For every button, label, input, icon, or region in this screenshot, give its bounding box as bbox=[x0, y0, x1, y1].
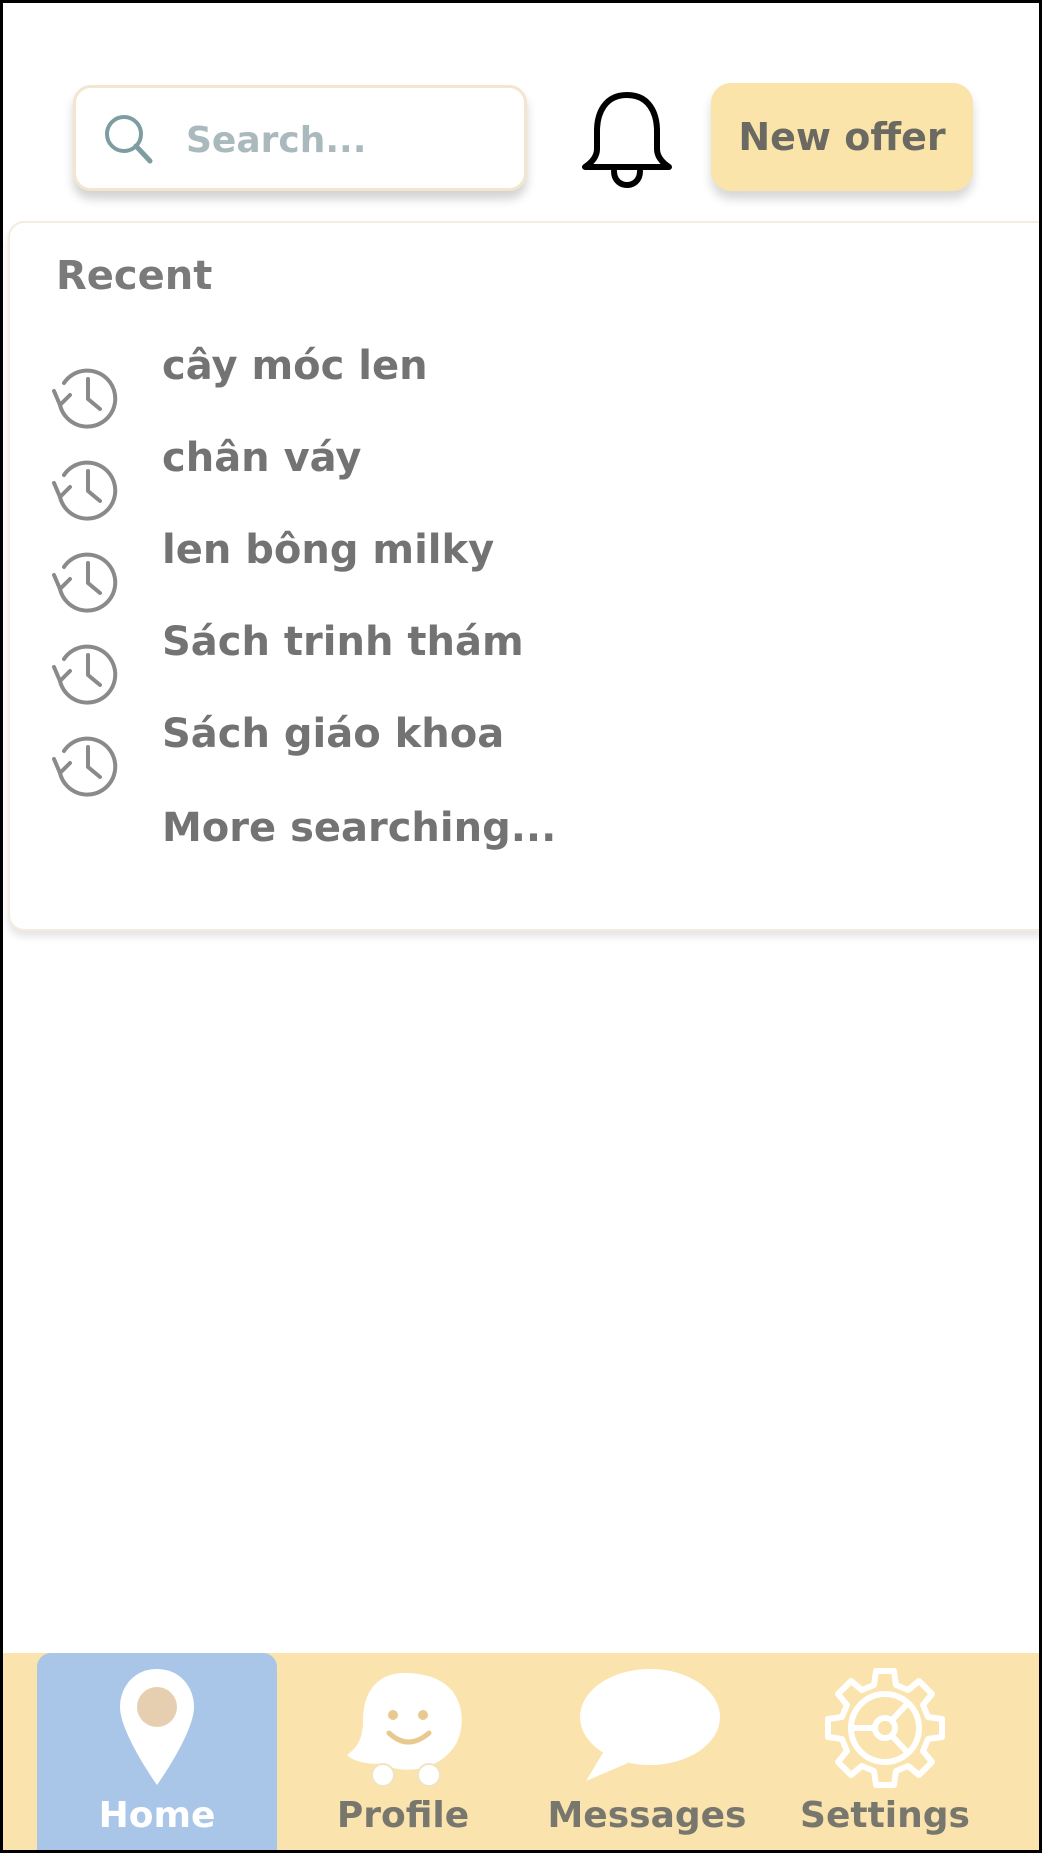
nav-label-profile: Profile bbox=[336, 1795, 470, 1836]
recent-item[interactable]: chân váy bbox=[50, 435, 750, 521]
new-offer-button[interactable]: New offer bbox=[711, 83, 973, 191]
speech-bubble-icon bbox=[580, 1669, 720, 1781]
search-input[interactable] bbox=[184, 108, 508, 172]
app-screen: New offer Recent cây móc len chân váy bbox=[0, 0, 1042, 1853]
recent-item[interactable]: Sách trinh thám bbox=[50, 619, 750, 705]
history-icon bbox=[52, 736, 118, 797]
recent-item-label: Sách giáo khoa bbox=[162, 711, 505, 757]
recent-item-label: chân váy bbox=[162, 435, 362, 481]
search-icon bbox=[105, 115, 153, 164]
recent-title: Recent bbox=[56, 253, 213, 299]
smiley-ghost-icon bbox=[347, 1673, 462, 1787]
history-icon bbox=[52, 460, 118, 521]
nav-item-home[interactable]: Home bbox=[37, 1653, 277, 1850]
recent-item-label: Sách trinh thám bbox=[162, 619, 524, 665]
recent-item[interactable]: Sách giáo khoa bbox=[50, 711, 750, 797]
recent-item[interactable]: len bông milky bbox=[50, 527, 750, 613]
map-pin-icon bbox=[120, 1669, 194, 1785]
search-box[interactable] bbox=[73, 85, 527, 191]
nav-item-messages[interactable]: Messages bbox=[527, 1653, 767, 1850]
history-icon bbox=[52, 644, 118, 705]
history-icon bbox=[52, 368, 118, 429]
recent-search-dropdown: Recent cây móc len chân váy len bông mil… bbox=[8, 221, 1039, 931]
gear-icon bbox=[825, 1668, 945, 1788]
bottom-nav: Home Profile Messages Settings bbox=[3, 1653, 1039, 1850]
more-searching-link[interactable]: More searching... bbox=[162, 805, 556, 851]
nav-label-settings: Settings bbox=[800, 1795, 970, 1836]
recent-item-label: cây móc len bbox=[162, 343, 428, 389]
history-icon bbox=[52, 552, 118, 613]
recent-item-label: len bông milky bbox=[162, 527, 495, 573]
nav-label-messages: Messages bbox=[547, 1795, 747, 1836]
bell-icon[interactable] bbox=[581, 87, 673, 189]
nav-item-settings[interactable]: Settings bbox=[765, 1653, 1005, 1850]
nav-item-profile[interactable]: Profile bbox=[283, 1653, 523, 1850]
nav-label-home: Home bbox=[98, 1795, 216, 1836]
recent-item[interactable]: cây móc len bbox=[50, 343, 750, 429]
